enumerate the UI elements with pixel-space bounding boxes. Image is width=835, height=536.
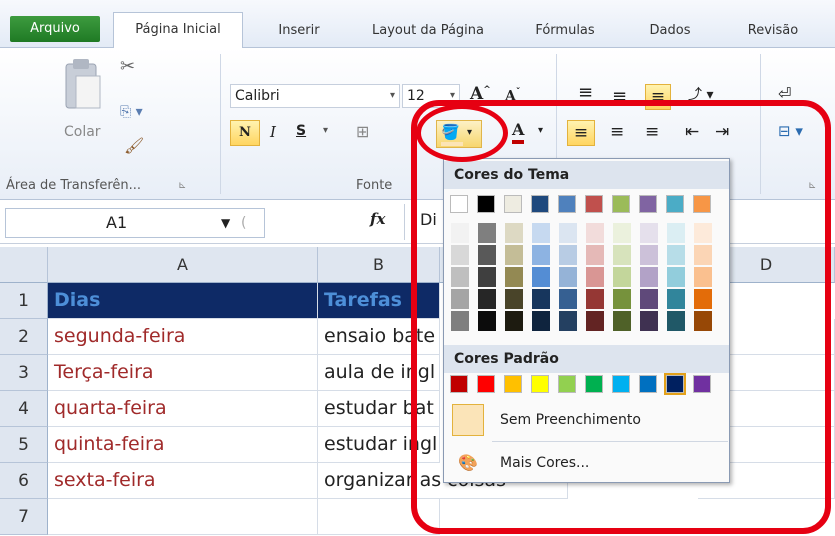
tab-page-layout[interactable]: Layout da Página xyxy=(355,18,501,48)
column-header-a[interactable]: A xyxy=(48,247,318,283)
font-size-value: 12 xyxy=(407,88,425,104)
cell-a7[interactable] xyxy=(48,499,318,535)
annotation-outline xyxy=(411,100,831,534)
chevron-down-icon: ▼ xyxy=(221,216,231,230)
annotation-circle xyxy=(416,104,508,162)
row-header[interactable]: 6 xyxy=(0,463,48,499)
tab-data[interactable]: Dados xyxy=(630,18,710,48)
tab-file[interactable]: Arquivo xyxy=(10,16,100,42)
cell-a4[interactable]: quarta-feira xyxy=(48,391,318,427)
cancel-icon: ( xyxy=(241,215,247,231)
font-name-combo[interactable]: Calibri ▾ xyxy=(230,84,400,108)
cell-a5[interactable]: quinta-feira xyxy=(48,427,318,463)
paste-label: Colar xyxy=(64,124,101,140)
underline-button[interactable]: S xyxy=(296,123,306,139)
cell-a6[interactable]: sexta-feira xyxy=(48,463,318,499)
cell-a1[interactable]: Dias xyxy=(48,283,318,319)
paste-button[interactable] xyxy=(60,56,108,124)
dialog-launcher-icon[interactable]: ⊾ xyxy=(178,180,186,191)
separator xyxy=(404,204,405,240)
row-header[interactable]: 4 xyxy=(0,391,48,427)
cell-reference: A1 xyxy=(106,213,128,232)
ribbon-tabs: Arquivo Página Inicial Inserir Layout da… xyxy=(0,0,835,49)
tab-review[interactable]: Revisão xyxy=(728,18,818,48)
function-icon[interactable]: fx xyxy=(370,210,385,228)
format-painter-icon[interactable]: 🖌 xyxy=(124,136,144,155)
row-header[interactable]: 2 xyxy=(0,319,48,355)
row-header[interactable]: 1 xyxy=(0,283,48,319)
cell-a3[interactable]: Terça-feira xyxy=(48,355,318,391)
row-header[interactable]: 3 xyxy=(0,355,48,391)
tab-insert[interactable]: Inserir xyxy=(256,18,342,48)
row-header[interactable]: 7 xyxy=(0,499,48,535)
font-group-label: Fonte xyxy=(356,178,393,193)
tab-formulas[interactable]: Fórmulas xyxy=(515,18,615,48)
chevron-down-icon[interactable]: ▾ xyxy=(323,125,328,136)
bold-button[interactable]: N xyxy=(230,120,260,146)
cut-icon[interactable]: ✂ xyxy=(120,56,135,77)
select-all-corner[interactable] xyxy=(0,247,48,283)
clipboard-group-label: Área de Transferên... xyxy=(6,178,142,193)
row-header[interactable]: 5 xyxy=(0,427,48,463)
copy-icon[interactable]: ⎘ ▾ xyxy=(120,104,143,120)
tab-home[interactable]: Página Inicial xyxy=(113,12,243,49)
font-name-value: Calibri xyxy=(235,88,280,104)
name-box[interactable]: A1 ▼ ( xyxy=(5,208,265,238)
clipboard-icon xyxy=(65,59,101,109)
separator xyxy=(220,54,221,194)
italic-button[interactable]: I xyxy=(270,123,276,141)
chevron-down-icon: ▾ xyxy=(389,90,395,101)
cell-a2[interactable]: segunda-feira xyxy=(48,319,318,355)
borders-icon[interactable]: ⊞ xyxy=(356,122,369,141)
